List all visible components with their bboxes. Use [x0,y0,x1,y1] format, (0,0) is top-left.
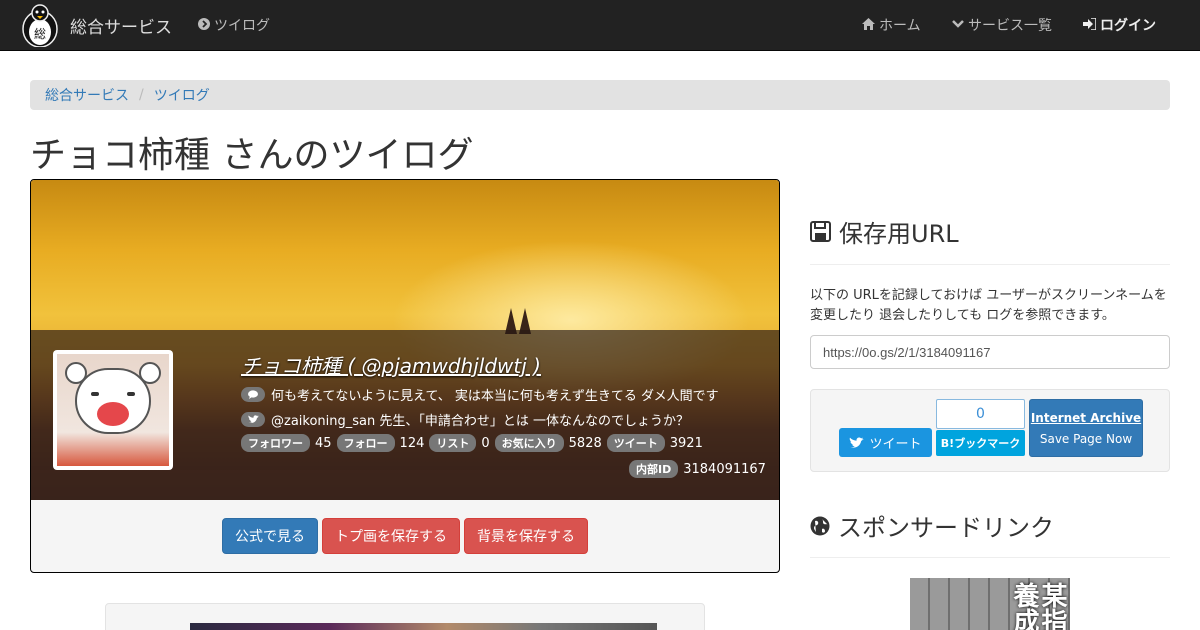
nav-login[interactable]: ログイン [1083,0,1156,50]
breadcrumb-separator: / [139,87,144,103]
sign-in-icon [1083,16,1097,33]
navbar: 総 総合サービス ツイログ ホーム サービス一覧 ログイン [0,0,1200,51]
twitter-bird-icon [849,436,865,449]
profile-bio: 何も考えてないように見えて、 実は本当に何も考えず生きてる ダメ人間です [271,389,719,404]
save-icon-button[interactable]: トプ画を保存する [322,518,460,554]
save-background-button[interactable]: 背景を保存する [464,518,588,554]
comment-icon [241,387,265,402]
save-url-heading: 保存用URL [810,214,959,249]
nav-home-label: ホーム [879,18,921,34]
profile-tweet-row: @zaikoning_san 先生、「申請合わせ」とは 一体なんなのでしょうか？ [241,410,771,429]
internal-id-value: 3184091167 [683,461,766,477]
brand-link[interactable]: 総 総合サービス [20,2,172,48]
profile-banner-image: チョコ柿種 ( @pjamwdhjldwtj ) 何も考えてないように見えて、 … [31,180,779,500]
followers-count: 45 [315,435,332,451]
nav-twilog-label: ツイログ [214,18,270,34]
page-title: チョコ柿種 さんのツイログ [30,135,474,176]
tweet-button-label: ツイート [869,437,922,452]
ad-title: 某指養成 [1009,582,1067,630]
nav-services[interactable]: サービス一覧 [952,0,1052,50]
save-url-description: 以下の URLを記録しておけば ユーザーがスクリーンネームを変更したり 退会した… [810,288,1167,323]
internet-archive-title: Internet Archive [1030,411,1142,425]
avatar[interactable] [53,350,173,470]
internal-id-label: 内部ID [629,460,679,478]
tweets-label: ツイート [606,434,665,452]
sponsored-ad-image[interactable]: 某指養成 [910,578,1070,630]
twitter-icon [241,412,265,427]
profile-info: チョコ柿種 ( @pjamwdhjldwtj ) 何も考えてないように見えて、 … [241,350,771,452]
nav-home[interactable]: ホーム [862,0,921,50]
divider [810,557,1170,558]
save-url-field[interactable] [810,335,1170,369]
profile-bio-row: 何も考えてないように見えて、 実は本当に何も考えず生きてる ダメ人間です [241,385,771,404]
bottom-ad-image[interactable] [190,623,657,630]
sponsor-heading-text: スポンサードリンク [838,514,1054,542]
tweet-button[interactable]: ツイート [839,428,932,457]
nav-services-label: サービス一覧 [968,18,1052,34]
sponsor-heading: スポンサードリンク [810,508,1054,543]
nav-twilog[interactable]: ツイログ [198,0,270,50]
penguin-logo-icon: 総 [22,4,58,47]
tweets-count: 3921 [669,435,703,451]
breadcrumb-twilog[interactable]: ツイログ [154,85,210,105]
globe-icon [810,516,830,536]
favorites-count: 5828 [568,435,602,451]
profile-panel: チョコ柿種 ( @pjamwdhjldwtj ) 何も考えてないように見えて、 … [30,179,780,573]
floppy-disk-icon [810,221,831,242]
internal-id: 内部ID 3184091167 [629,460,766,478]
lists-label: リスト [429,434,477,452]
chevron-circle-right-icon [198,17,210,33]
hatena-bookmark-button[interactable]: B!ブックマーク [936,430,1025,456]
profile-action-buttons: 公式で見る トプ画を保存する 背景を保存する [31,518,779,554]
breadcrumb-home[interactable]: 総合サービス [45,85,129,105]
internet-archive-subtitle: Save Page Now [1039,432,1133,446]
following-count: 124 [399,435,425,451]
brand-logo-text: 総 [34,27,46,41]
divider [810,264,1170,265]
breadcrumb: 総合サービス / ツイログ [30,80,1170,110]
save-url-heading-text: 保存用URL [839,220,959,248]
profile-stats: フォロワー 45 フォロー 124 リスト 0 お気に入り 5828 ツイート … [241,434,771,452]
lists-count: 0 [481,435,490,451]
internet-archive-button[interactable]: Internet Archive Save Page Now [1029,399,1143,457]
share-buttons-well: ツイート 0 B!ブックマーク Internet Archive Save Pa… [810,389,1170,472]
nav-login-label: ログイン [1100,18,1156,34]
favorites-label: お気に入り [494,434,564,452]
chevron-down-icon [952,18,964,32]
home-icon [862,17,875,33]
hatena-bookmark-count: 0 [936,399,1025,429]
view-official-button[interactable]: 公式で見る [222,518,318,554]
brand-name: 総合サービス [70,17,172,38]
profile-name-link[interactable]: チョコ柿種 ( @pjamwdhjldwtj ) [241,350,771,379]
following-label: フォロー [336,434,395,452]
profile-latest-tweet: @zaikoning_san 先生、「申請合わせ」とは 一体なんなのでしょうか？ [271,414,690,429]
followers-label: フォロワー [241,434,310,452]
